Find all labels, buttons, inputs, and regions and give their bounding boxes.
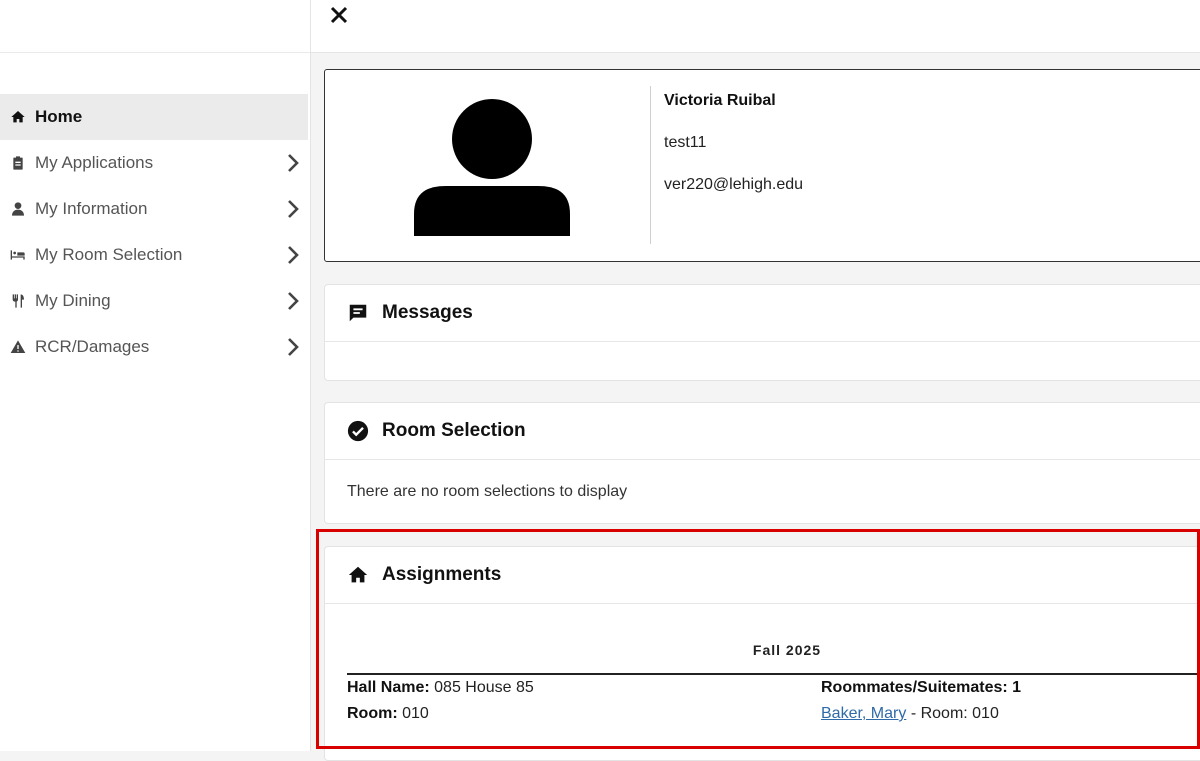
sidebar-item-label: My Room Selection (35, 245, 183, 264)
user-icon (9, 200, 27, 218)
profile-name: Victoria Ruibal (664, 92, 776, 109)
main-content: Victoria Ruibal test11 ver220@lehigh.edu… (311, 53, 1200, 761)
clipboard-icon (9, 154, 27, 172)
profile-info: Victoria Ruibal test11 ver220@lehigh.edu (664, 92, 803, 196)
hall-label: Hall Name: (347, 679, 430, 696)
sidebar-item-label: My Information (35, 199, 148, 218)
assignments-title: Assignments (382, 564, 502, 585)
hall-name: Hall Name: 085 House 85 (347, 679, 534, 697)
sidebar-item-my-applications[interactable]: My Applications (0, 140, 308, 186)
sidebar-item-label: RCR/Damages (35, 337, 150, 356)
messages-title: Messages (382, 302, 473, 323)
chevron-right-icon (286, 245, 300, 265)
assignment-row-hall: Hall Name: 085 House 85 Roommates/Suitem… (347, 675, 1191, 701)
close-icon (330, 6, 348, 24)
profile-username: test11 (664, 134, 707, 151)
profile-email: ver220@lehigh.edu (664, 176, 804, 193)
room-selection-header: Room Selection (325, 403, 1200, 460)
chevron-right-icon (286, 153, 300, 173)
home-icon (347, 564, 369, 586)
room-label: Room: (347, 705, 398, 722)
warning-icon (9, 338, 27, 356)
assignments-header: Assignments (325, 547, 1200, 604)
chevron-right-icon (286, 291, 300, 311)
user-avatar-icon (414, 99, 570, 236)
check-circle-icon (347, 420, 369, 442)
sidebar: Home My Applications My Information My R… (0, 0, 311, 751)
home-icon (9, 108, 27, 126)
sidebar-item-rcr-damages[interactable]: RCR/Damages (0, 324, 308, 370)
term-title: Fall 2025 (752, 642, 822, 658)
sidebar-item-my-room-selection[interactable]: My Room Selection (0, 232, 308, 278)
top-bar (311, 0, 1200, 53)
room-selection-empty-text: There are no room selections to display (347, 483, 628, 500)
avatar (412, 96, 572, 236)
profile-divider (650, 86, 651, 244)
sidebar-item-label: My Applications (35, 153, 154, 172)
roommates-label: Roommates/Suitemates: 1 (821, 679, 1022, 696)
room-selection-title: Room Selection (382, 420, 526, 441)
messages-header: Messages (325, 285, 1200, 342)
bed-icon (9, 246, 27, 264)
sidebar-item-home[interactable]: Home (0, 94, 308, 140)
utensils-icon (9, 292, 27, 310)
roommate-link[interactable]: Baker, Mary (821, 705, 906, 722)
sidebar-item-label: My Dining (35, 291, 111, 310)
assignment-row-room: Room: 010 Baker, Mary - Room: 010 (347, 701, 1191, 727)
profile-card: Victoria Ruibal test11 ver220@lehigh.edu (324, 69, 1200, 262)
messages-card: Messages (324, 284, 1200, 381)
close-button[interactable] (328, 4, 350, 26)
room-value: 010 (402, 705, 429, 722)
chevron-right-icon (286, 199, 300, 219)
chevron-right-icon (286, 337, 300, 357)
assignments-card: Assignments Fall 2025 Hall Name: 085 Hou… (324, 546, 1200, 761)
sidebar-item-my-information[interactable]: My Information (0, 186, 308, 232)
roommate-entry: Baker, Mary - Room: 010 (821, 705, 999, 723)
roommate-room: - Room: 010 (910, 705, 999, 722)
sidebar-item-my-dining[interactable]: My Dining (0, 278, 308, 324)
sidebar-item-label: Home (35, 107, 83, 126)
message-icon (347, 302, 369, 324)
room-selection-card: Room Selection There are no room selecti… (324, 402, 1200, 524)
assignments-body: Fall 2025 Hall Name: 085 House 85 Roomma… (325, 642, 1200, 727)
hall-value: 085 House 85 (434, 679, 534, 696)
room-number: Room: 010 (347, 705, 429, 723)
sidebar-header (0, 0, 310, 53)
sidebar-nav: Home My Applications My Information My R… (0, 94, 310, 370)
